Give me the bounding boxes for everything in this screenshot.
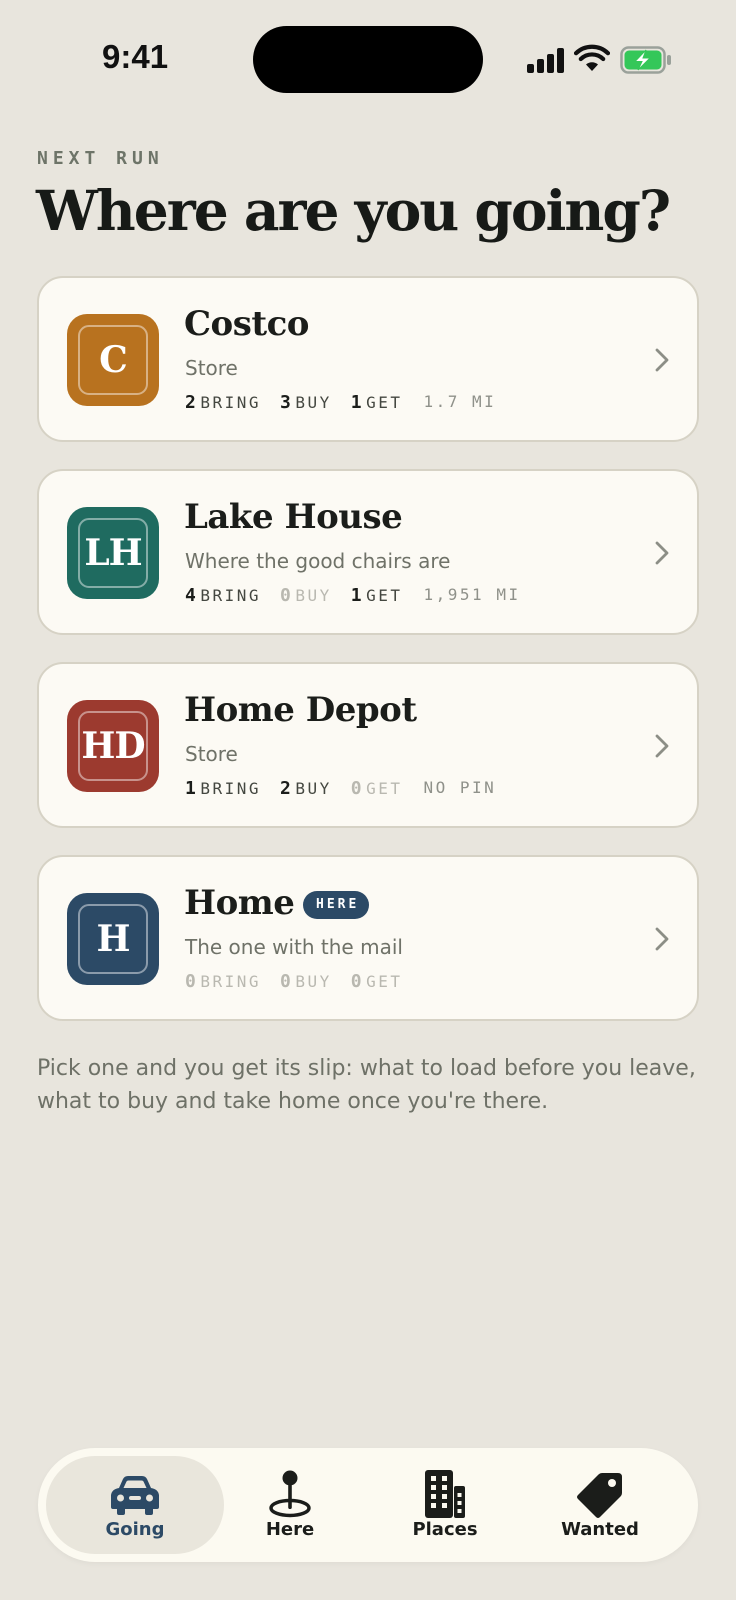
place-initials: C [78,325,148,395]
section-eyebrow: NEXT RUN [37,148,164,169]
place-stats: 1 BRING 2 BUY 0 GET NO PIN [185,778,496,799]
buy-count: 0 BUY [280,971,332,992]
distance: 1.7 MI [423,392,497,411]
place-initials: H [78,904,148,974]
buy-count: 2 BUY [280,778,332,799]
buy-count: 0 BUY [280,585,332,606]
chevron-right-icon [655,348,669,372]
place-avatar: HD [67,700,159,792]
get-count: 1 GET [350,585,403,606]
place-name: Home [184,883,295,923]
here-badge: HERE [303,891,370,919]
dynamic-island [253,26,483,93]
place-name: Lake House [184,497,403,537]
chevron-right-icon [655,734,669,758]
bring-count: 2 BRING [185,392,262,413]
place-stats: 0 BRING 0 BUY 0 GET [185,971,403,992]
tab-label: Places [412,1519,478,1540]
map-pin-icon [269,1470,311,1518]
tag-icon [577,1473,622,1518]
place-stats: 2 BRING 3 BUY 1 GET 1.7 MI [185,392,496,413]
tab-going[interactable]: Going [46,1456,224,1554]
place-card-home[interactable]: H Home HERE The one with the mail 0 BRING… [37,855,699,1021]
get-count: 0 GET [350,778,403,799]
building-icon [425,1470,465,1518]
place-card-home-depot[interactable]: HD Home Depot Store 1 BRING 2 BUY 0 GET NO … [37,662,699,828]
tab-label: Going [105,1519,165,1540]
place-name: Home Depot [184,690,417,730]
place-subtitle: Store [185,742,238,766]
place-initials: LH [78,518,148,588]
battery-charging-icon [620,46,671,74]
distance: NO PIN [423,778,497,797]
bring-count: 1 BRING [185,778,262,799]
place-name: Costco [184,304,309,344]
place-card-costco[interactable]: C Costco Store 2 BRING 3 BUY 1 GET 1.7 MI [37,276,699,442]
cellular-signal-icon [527,47,565,73]
distance: 1,951 MI [423,585,521,604]
tab-label: Wanted [561,1519,639,1540]
chevron-right-icon [655,927,669,951]
get-count: 1 GET [350,392,403,413]
tab-here[interactable]: Here [201,1456,379,1554]
bring-count: 0 BRING [185,971,262,992]
status-time: 9:41 [102,38,169,75]
status-bar: 9:41 [0,0,736,100]
tab-places[interactable]: Places [356,1456,534,1554]
bring-count: 4 BRING [185,585,262,606]
buy-count: 3 BUY [280,392,332,413]
place-stats: 4 BRING 0 BUY 1 GET 1,951 MI [185,585,521,606]
place-card-lake-house[interactable]: LH Lake House Where the good chairs are … [37,469,699,635]
tab-bar: Going Here Places Wanted [38,1448,698,1562]
place-avatar: LH [67,507,159,599]
hint-text: Pick one and you get its slip: what to l… [37,1056,696,1114]
car-icon [111,1476,159,1515]
tab-wanted[interactable]: Wanted [511,1456,689,1554]
get-count: 0 GET [350,971,403,992]
chevron-right-icon [655,541,669,565]
page-title: Where are you going? [36,178,671,243]
place-subtitle: Store [185,356,238,380]
tab-label: Here [265,1519,315,1540]
place-initials: HD [78,711,148,781]
place-avatar: C [67,314,159,406]
place-subtitle: The one with the mail [185,935,403,959]
wifi-icon [574,44,610,71]
place-subtitle: Where the good chairs are [185,549,451,573]
place-avatar: H [67,893,159,985]
